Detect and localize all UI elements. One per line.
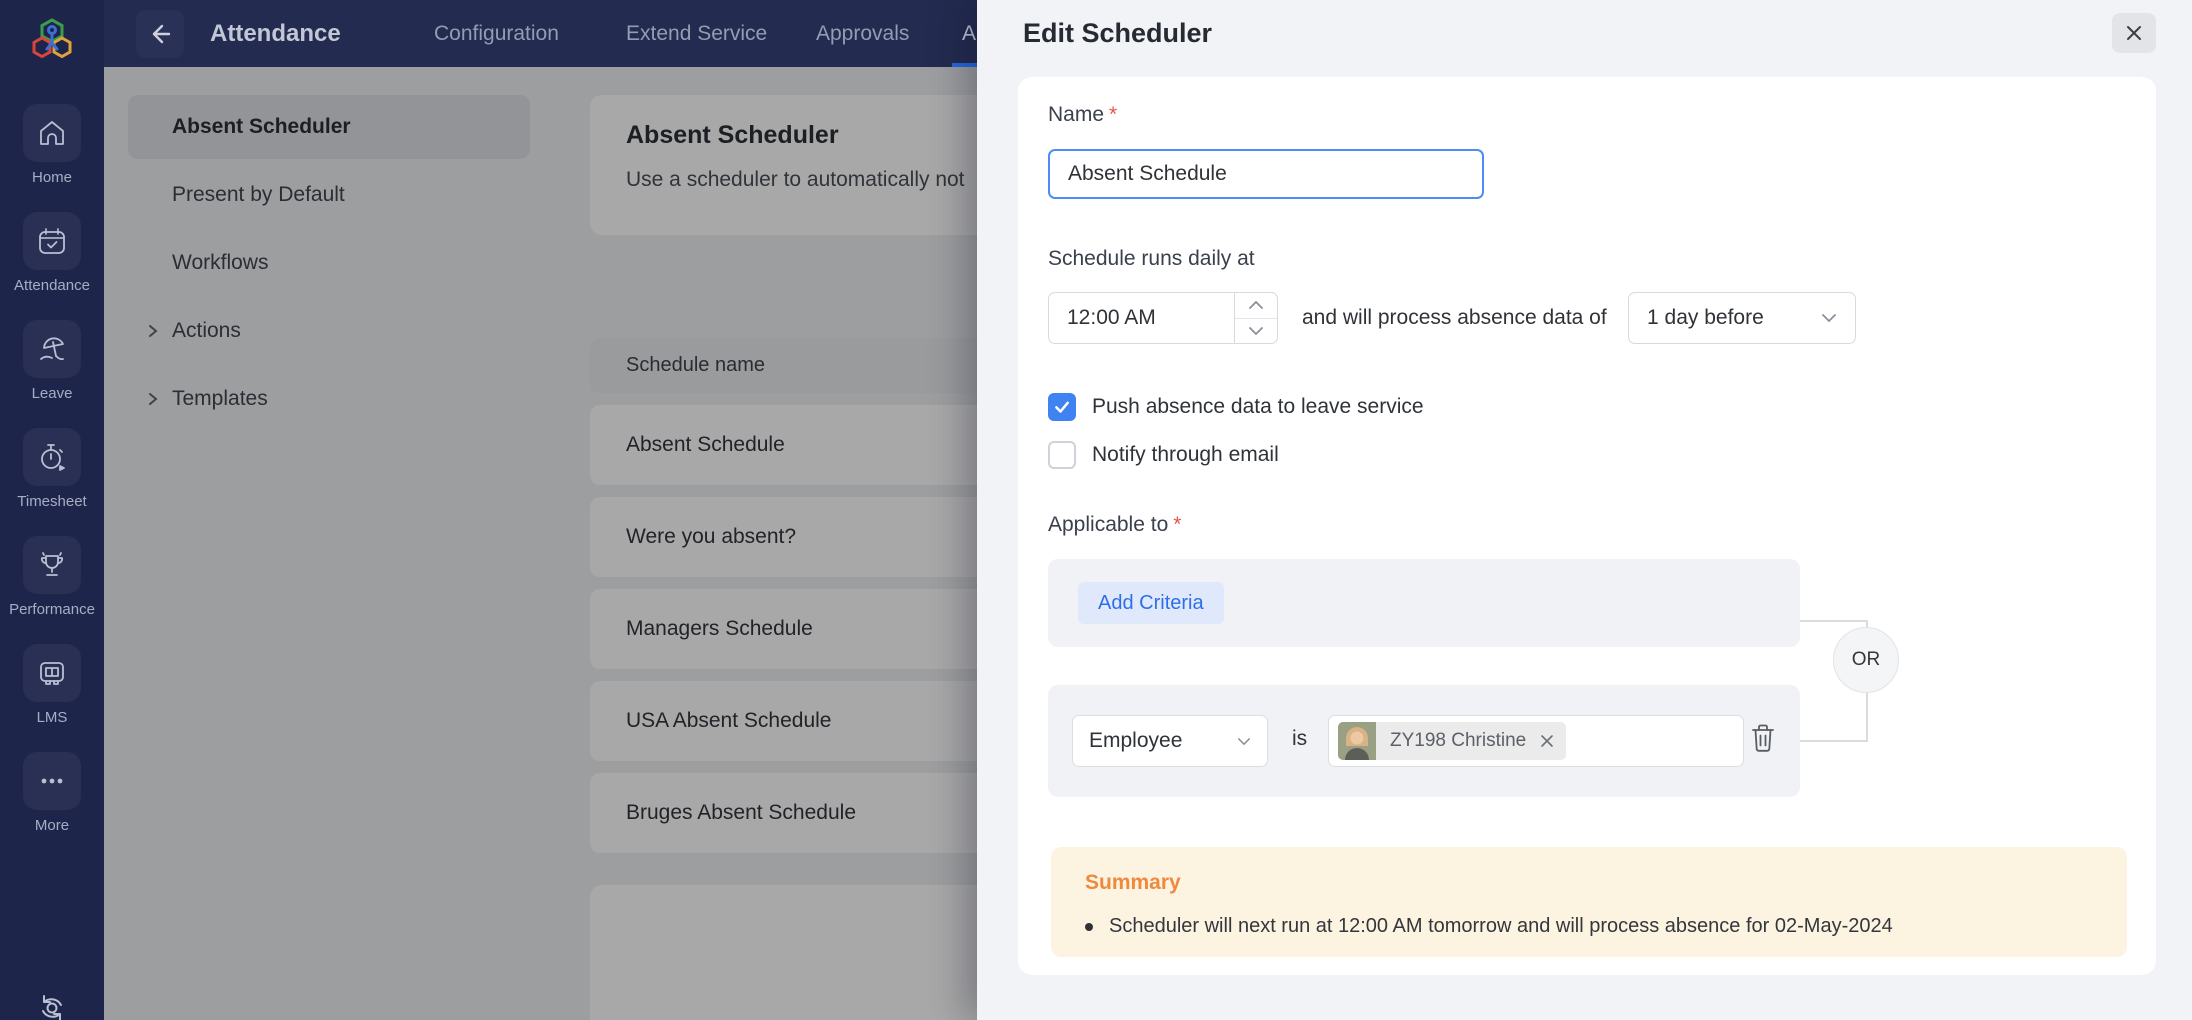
criteria-row-box: Employee is ZY198 Christine — [1048, 685, 1800, 797]
delete-criteria-button[interactable] — [1750, 723, 1776, 753]
employee-chip-label: ZY198 Christine — [1390, 730, 1527, 751]
stepper-up-button[interactable] — [1235, 293, 1277, 319]
tab-active-cutoff[interactable]: A — [962, 22, 976, 46]
or-badge: OR — [1833, 627, 1899, 693]
required-asterisk: * — [1173, 513, 1182, 536]
sync-icon — [32, 988, 72, 1020]
tab-configuration[interactable]: Configuration — [434, 22, 559, 46]
applicable-to-label: Applicable to * — [1048, 513, 1182, 536]
trash-icon — [1750, 723, 1776, 753]
criteria-field-select[interactable]: Employee — [1072, 715, 1268, 767]
name-label: Name * — [1048, 103, 1118, 126]
checkbox-unchecked[interactable] — [1048, 441, 1076, 469]
day-before-select[interactable]: 1 day before — [1628, 292, 1856, 344]
notify-email-checkbox-row[interactable]: Notify through email — [1048, 441, 1279, 469]
edit-scheduler-form-card: Name* Schedule runs daily at 12:00 AM an… — [1018, 77, 2156, 975]
criteria-group-box: Add Criteria — [1048, 559, 1800, 647]
sidebar-item-leave[interactable]: Leave — [23, 320, 81, 402]
check-icon — [1053, 398, 1071, 416]
sidebar-item-label: Performance — [9, 601, 95, 618]
sidebar-item-home[interactable]: Home — [23, 104, 81, 186]
chip-remove-icon[interactable] — [1540, 734, 1566, 748]
more-dots-icon — [36, 765, 68, 797]
summary-text: Scheduler will next run at 12:00 AM tomo… — [1109, 915, 1893, 937]
close-icon — [2124, 23, 2144, 43]
checkbox-label: Push absence data to leave service — [1092, 395, 1424, 418]
sidebar-item-lms[interactable]: LMS — [23, 644, 81, 726]
push-absence-checkbox-row[interactable]: Push absence data to leave service — [1048, 393, 1424, 421]
sidebar-item-label: LMS — [36, 709, 68, 726]
page-title: Attendance — [210, 20, 341, 47]
summary-title: Summary — [1085, 871, 1181, 894]
or-connector-line — [1800, 740, 1868, 742]
employee-chip-input[interactable]: ZY198 Christine — [1328, 715, 1744, 767]
stepper-down-button[interactable] — [1235, 319, 1277, 344]
sidebar-item-label: Home — [31, 169, 72, 186]
checkbox-checked[interactable] — [1048, 393, 1076, 421]
back-button[interactable] — [136, 10, 184, 58]
home-icon — [36, 117, 68, 149]
add-criteria-button[interactable]: Add Criteria — [1078, 582, 1224, 624]
time-stepper — [1234, 292, 1278, 344]
calendar-check-icon — [36, 225, 68, 257]
employee-chip: ZY198 Christine — [1338, 722, 1567, 760]
sidebar-item-performance[interactable]: Performance — [9, 536, 95, 618]
or-connector-line — [1800, 620, 1868, 622]
summary-box: Summary Scheduler will next run at 12:00… — [1051, 847, 2127, 957]
sidebar-item-timesheet[interactable]: Timesheet — [17, 428, 87, 510]
chevron-down-icon — [1821, 313, 1837, 323]
chevron-up-icon — [1248, 300, 1264, 310]
criteria-field-value: Employee — [1089, 729, 1183, 752]
time-input[interactable]: 12:00 AM — [1048, 292, 1234, 344]
bullet-icon — [1085, 922, 1093, 931]
stopwatch-icon — [36, 441, 68, 473]
app-sidebar: Home Attendance Leave Timesheet Performa… — [0, 0, 104, 1020]
sidebar-item-label: Attendance — [14, 277, 90, 294]
edit-scheduler-panel: Edit Scheduler Name* Schedule runs daily… — [977, 0, 2192, 1020]
avatar — [1338, 722, 1376, 760]
process-absence-text: and will process absence data of — [1302, 306, 1607, 329]
sidebar-item-label: Timesheet — [17, 493, 87, 510]
tab-extend-service[interactable]: Extend Service — [626, 22, 767, 46]
sidebar-item-attendance[interactable]: Attendance — [14, 212, 90, 294]
required-asterisk: * — [1109, 103, 1118, 126]
day-before-value: 1 day before — [1647, 306, 1764, 329]
sidebar-item-more[interactable]: More — [23, 752, 81, 834]
chevron-down-icon — [1248, 326, 1264, 336]
checkbox-label: Notify through email — [1092, 443, 1279, 466]
modal-title: Edit Scheduler — [1023, 18, 1213, 48]
sidebar-sync-button[interactable] — [0, 988, 104, 1020]
zoho-people-logo — [26, 14, 78, 66]
lms-icon — [36, 657, 68, 689]
name-input[interactable] — [1048, 149, 1484, 199]
trophy-icon — [36, 549, 68, 581]
back-arrow-icon — [145, 19, 175, 49]
criteria-operator: is — [1292, 727, 1308, 750]
sidebar-item-label: Leave — [31, 385, 73, 402]
sidebar-item-label: More — [34, 817, 70, 834]
chevron-down-icon — [1237, 737, 1251, 746]
umbrella-icon — [36, 333, 68, 365]
close-button[interactable] — [2112, 13, 2156, 53]
schedule-runs-label: Schedule runs daily at — [1048, 247, 1255, 270]
tab-approvals[interactable]: Approvals — [816, 22, 909, 46]
